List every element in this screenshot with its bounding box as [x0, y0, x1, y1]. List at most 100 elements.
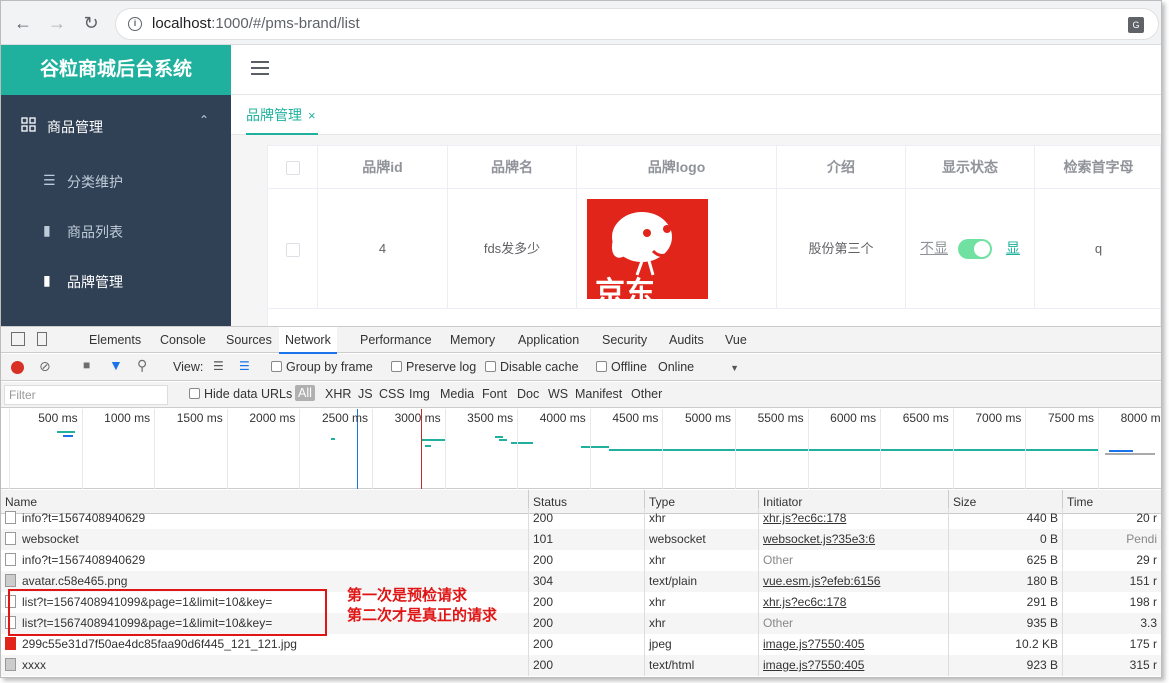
bar-chart-icon: ▮ [43, 222, 51, 238]
timeline-tick: 1000 ms [81, 409, 155, 489]
filter-type-xhr[interactable]: XHR [325, 387, 351, 401]
inspect-icon[interactable] [11, 332, 25, 346]
cell-time: 29 r [1062, 550, 1161, 571]
device-icon[interactable] [37, 332, 47, 346]
translate-icon[interactable]: G [1128, 17, 1144, 33]
cell-status: 200 [528, 550, 644, 571]
tab-console[interactable]: Console [154, 327, 212, 353]
cell-initiator[interactable]: Other [758, 613, 948, 634]
show-status-switch[interactable] [958, 239, 992, 259]
cell-initiator[interactable]: vue.esm.js?efeb:6156 [758, 571, 948, 592]
tab-elements[interactable]: Elements [83, 327, 147, 353]
sidebar-item-label: 品牌管理 [67, 274, 123, 290]
filter-type-media[interactable]: Media [440, 387, 474, 401]
tab-audits[interactable]: Audits [663, 327, 710, 353]
filter-type-font[interactable]: Font [482, 387, 507, 401]
filter-type-js[interactable]: JS [358, 387, 373, 401]
view-label: View: [173, 360, 204, 374]
cell-status: 200 [528, 634, 644, 655]
sidebar-menu-product[interactable]: 商品管理 ⌃ [1, 95, 231, 155]
cell-initiator[interactable]: Other [758, 550, 948, 571]
sidebar-item-brand[interactable]: ▮ 品牌管理 [1, 255, 231, 305]
cell-first-letter: q [1035, 189, 1161, 309]
header-checkbox[interactable] [268, 146, 318, 189]
devtools-tabs: Elements Console Sources Network Perform… [1, 327, 1161, 354]
cell-initiator[interactable]: image.js?7550:405 [758, 634, 948, 655]
url-text[interactable]: localhost:1000/#/pms-brand/list [152, 15, 360, 32]
cell-type: websocket [644, 529, 758, 550]
hide-data-urls-checkbox[interactable]: Hide data URLs [189, 387, 292, 401]
network-overview-timeline[interactable]: 500 ms 1000 ms 1500 ms 2000 ms 2500 ms 3000 m… [1, 409, 1161, 489]
cell-time: 198 r [1062, 592, 1161, 613]
disable-cache-checkbox[interactable]: Disable cache [485, 360, 579, 374]
tab-security[interactable]: Security [596, 327, 653, 353]
hamburger-icon[interactable] [251, 61, 269, 77]
cell-name: xxxx [1, 655, 528, 676]
reload-icon[interactable]: ↻ [81, 13, 101, 33]
cell-type: xhr [644, 613, 758, 634]
timeline-tick: 4000 ms [517, 409, 590, 489]
sidebar-item-product-list[interactable]: ▮ 商品列表 [1, 205, 231, 255]
filter-type-ws[interactable]: WS [548, 387, 568, 401]
cell-time: 20 r [1062, 508, 1161, 529]
clear-icon[interactable]: ⊘ [39, 358, 51, 375]
close-icon[interactable]: × [308, 108, 316, 123]
cell-initiator[interactable]: xhr.js?ec6c:178 [758, 592, 948, 613]
cell-name: websocket [1, 529, 528, 550]
row-checkbox[interactable] [268, 189, 318, 309]
cell-status: 200 [528, 508, 644, 529]
timeline-tick: 2000 ms [226, 409, 300, 489]
address-bar[interactable]: i localhost:1000/#/pms-brand/list G [115, 8, 1159, 40]
cell-status: 200 [528, 655, 644, 676]
switch-off-label[interactable]: 不显 [920, 238, 948, 258]
filter-type-doc[interactable]: Doc [517, 387, 539, 401]
network-row[interactable]: websocket 101 websocket websocket.js?35e3:6… [1, 529, 1161, 550]
switch-on-label[interactable]: 显 [1006, 238, 1020, 258]
tab-network[interactable]: Network [279, 327, 337, 354]
tab-vue[interactable]: Vue [719, 327, 753, 353]
record-icon[interactable] [11, 361, 24, 374]
network-row[interactable]: 299c55e31d7f50ae4dc85faa90d6f445_121_121… [1, 634, 1161, 655]
cell-name: 299c55e31d7f50ae4dc85faa90d6f445_121_121… [1, 634, 528, 655]
network-row[interactable]: info?t=1567408940629 200 xhr xhr.js?ec6c:17… [1, 508, 1161, 529]
group-by-frame-checkbox[interactable]: Group by frame [271, 360, 373, 374]
video-icon[interactable]: ■ [83, 358, 90, 372]
waterfall-view-icon[interactable]: ☰ [239, 359, 250, 373]
tab-application[interactable]: Application [512, 327, 585, 353]
jd-dog-icon: 京东 [595, 212, 677, 299]
offline-checkbox[interactable]: Offline [596, 360, 647, 374]
cell-status: 200 [528, 613, 644, 634]
filter-input[interactable]: Filter [4, 385, 168, 405]
cell-initiator[interactable]: xhr.js?ec6c:178 [758, 508, 948, 529]
timeline-tick: 4500 ms [589, 409, 663, 489]
forward-icon[interactable]: → [47, 13, 67, 33]
list-view-icon[interactable]: ☰ [213, 359, 224, 373]
info-icon[interactable]: i [128, 17, 142, 31]
tab-brand[interactable]: 品牌管理 × [246, 95, 318, 135]
file-icon [5, 511, 16, 524]
cell-initiator[interactable]: image.js?7550:405 [758, 655, 948, 676]
timeline-tick: 3500 ms [444, 409, 518, 489]
filter-type-manifest[interactable]: Manifest [575, 387, 622, 401]
filter-type-other[interactable]: Other [631, 387, 662, 401]
sidebar-item-category[interactable]: ☰ 分类维护 [1, 155, 231, 205]
cell-time: 151 r [1062, 571, 1161, 592]
network-row[interactable]: xxxx 200 text/html image.js?7550:405 923 B 31… [1, 655, 1161, 676]
preserve-log-checkbox[interactable]: Preserve log [391, 360, 476, 374]
tab-performance[interactable]: Performance [354, 327, 438, 353]
tab-sources[interactable]: Sources [220, 327, 278, 353]
search-icon[interactable]: ⚲ [137, 357, 147, 374]
throttle-select[interactable]: Online ▼ [658, 360, 739, 374]
filter-type-css[interactable]: CSS [379, 387, 405, 401]
cell-initiator[interactable]: websocket.js?35e3:6 [758, 529, 948, 550]
tab-memory[interactable]: Memory [444, 327, 501, 353]
network-row[interactable]: info?t=1567408940629 200 xhr Other 625 B 29 r [1, 550, 1161, 571]
filter-type-all[interactable]: All [295, 385, 315, 401]
filter-icon[interactable]: ▼ [109, 357, 123, 373]
file-icon [5, 637, 16, 650]
filter-type-img[interactable]: Img [409, 387, 430, 401]
brand-table: 品牌id 品牌名 品牌logo 介绍 显示状态 检索首字母 4 fds发多少 京… [267, 145, 1161, 327]
cell-type: xhr [644, 508, 758, 529]
back-icon[interactable]: ← [13, 13, 33, 33]
cell-name: info?t=1567408940629 [1, 550, 528, 571]
